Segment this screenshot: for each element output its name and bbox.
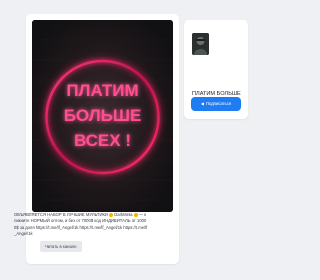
neon-line-2: БОЛЬШЕ	[64, 106, 142, 125]
send-icon: ◀	[200, 101, 204, 106]
page: ПЛАТИМ БОЛЬШЕ ВСЕХ ! ОБЪЯВЛЯЕТСЯ НАБОР В…	[0, 0, 280, 280]
post-text-part-2: DarkMeta	[113, 212, 134, 217]
neon-line-3: ВСЕХ !	[74, 131, 131, 150]
subscribe-button[interactable]: ◀ Подписаться	[191, 97, 241, 111]
subscribe-label: Подписаться	[205, 101, 232, 106]
channel-avatar[interactable]	[192, 33, 209, 55]
read-in-channel-button[interactable]: Читать в канале	[40, 241, 82, 252]
post-text-part-1: ОБЪЯВЛЯЕТСЯ НАБОР В ЛУЧШИЕ МУЛЬТИКИ	[14, 212, 110, 217]
post-image[interactable]: ПЛАТИМ БОЛЬШЕ ВСЕХ !	[32, 20, 173, 212]
neon-image: ПЛАТИМ БОЛЬШЕ ВСЕХ !	[32, 20, 173, 212]
neon-line-1: ПЛАТИМ	[66, 81, 138, 100]
avatar-image	[192, 33, 209, 55]
post-text: ОБЪЯВЛЯЕТСЯ НАБОР В ЛУЧШИЕ МУЛЬТИКИ Dark…	[14, 212, 148, 237]
